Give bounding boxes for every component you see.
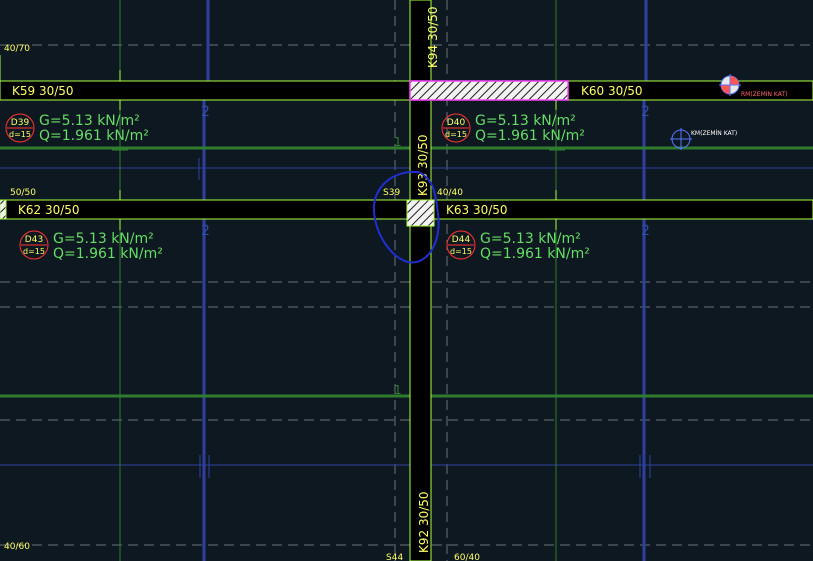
slab-dead-load: G=5.13 kN/m² <box>53 231 154 247</box>
slab-thickness: d=15 <box>23 247 45 256</box>
km-label: KM(ZEMİN KAT) <box>691 130 737 137</box>
beam-label-k92: K92 30/50 <box>417 491 431 553</box>
column-label-s39: S39 <box>383 188 400 198</box>
slab-id: D44 <box>452 235 471 245</box>
column-label-60-40: 60/40 <box>454 553 480 561</box>
slab-id: D40 <box>447 118 466 128</box>
column-label-40-60: 40/60 <box>4 542 30 552</box>
axis-label-1-b: 1 <box>394 383 402 397</box>
beam-label-k63: K63 30/50 <box>446 203 508 217</box>
column-left-edge[interactable] <box>0 199 7 220</box>
column-label-50-50: 50/50 <box>10 188 36 198</box>
slab-d40[interactable]: D40 d=15 G=5.13 kN/m² Q=1.961 kN/m² <box>441 113 585 144</box>
slab-dead-load: G=5.13 kN/m² <box>39 113 140 129</box>
beam-label-k62: K62 30/50 <box>18 203 80 217</box>
rm-label: RM(ZEMİN KAT) <box>741 91 787 98</box>
axis-label-2-c: 2 <box>201 223 210 239</box>
axis-label-2-a: 2 <box>201 104 210 120</box>
structural-plan-canvas[interactable]: K59 30/50 K60 30/50 K62 30/50 K63 30/50 … <box>0 0 813 561</box>
axis-label-2-d: 2 <box>641 223 650 239</box>
slab-live-load: Q=1.961 kN/m² <box>39 128 149 144</box>
slab-d43[interactable]: D43 d=15 G=5.13 kN/m² Q=1.961 kN/m² <box>19 230 163 262</box>
slab-dead-load: G=5.13 kN/m² <box>475 113 576 129</box>
column-label-40-70: 40/70 <box>4 44 30 54</box>
slab-thickness: d=15 <box>450 247 472 256</box>
slab-live-load: Q=1.961 kN/m² <box>53 246 163 262</box>
slab-live-load: Q=1.961 kN/m² <box>480 246 590 262</box>
slab-thickness: d=15 <box>9 130 31 139</box>
column-s39[interactable] <box>406 199 435 227</box>
beam-label-k94: K94 30/50 <box>426 6 440 68</box>
beam-label-k60: K60 30/50 <box>581 84 643 98</box>
column-upper-wide[interactable] <box>409 80 569 101</box>
column-label-40-40: 40/40 <box>437 188 463 198</box>
slab-id: D39 <box>11 118 30 128</box>
slab-d44[interactable]: D44 d=15 G=5.13 kN/m² Q=1.961 kN/m² <box>446 230 590 262</box>
slab-dead-load: G=5.13 kN/m² <box>480 231 581 247</box>
slab-live-load: Q=1.961 kN/m² <box>475 128 585 144</box>
beam-label-k93: K93 30/50 <box>416 134 430 196</box>
slab-d39[interactable]: D39 d=15 G=5.13 kN/m² Q=1.961 kN/m² <box>5 113 149 144</box>
slab-id: D43 <box>25 235 43 245</box>
slab-thickness: d=15 <box>445 130 467 139</box>
column-label-s44: S44 <box>386 553 403 561</box>
axis-label-2-b: 2 <box>641 104 650 120</box>
axis-label-1-a: 1 <box>394 135 402 149</box>
beam-label-k59: K59 30/50 <box>12 84 74 98</box>
